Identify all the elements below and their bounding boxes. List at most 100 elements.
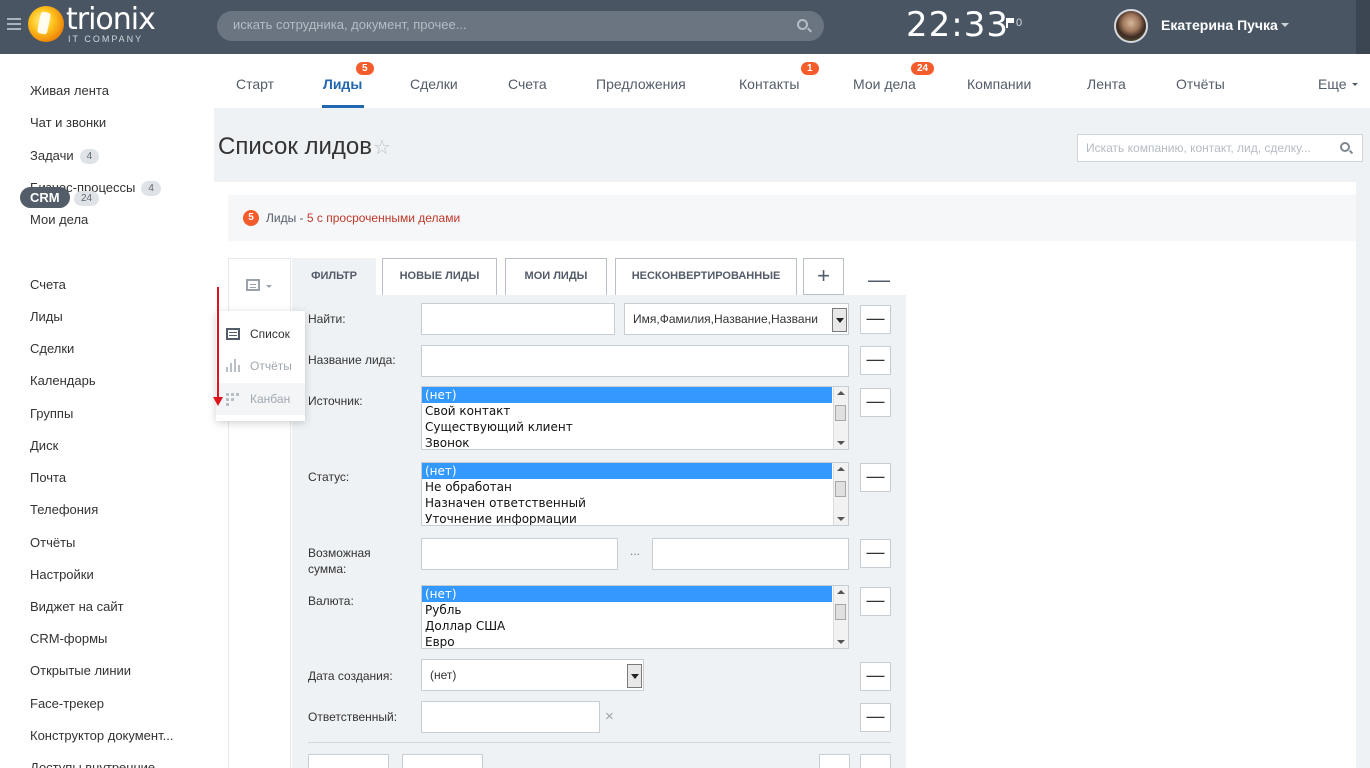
remove-field-button[interactable]: — xyxy=(860,662,891,691)
left-menu-item-tasks[interactable]: Задачи 4 xyxy=(30,148,100,164)
field-label: Ответственный: xyxy=(308,710,398,724)
left-menu-item-disk[interactable]: Диск xyxy=(30,438,58,453)
search-icon[interactable] xyxy=(797,19,808,30)
left-menu-item-groups[interactable]: Группы xyxy=(30,406,73,421)
left-menu-item-internal-access[interactable]: Доступы внутренние xyxy=(30,760,155,768)
tab-companies[interactable]: Компании xyxy=(967,76,1031,92)
amount-to-input[interactable] xyxy=(652,538,849,570)
scroll-thumb[interactable] xyxy=(835,481,846,497)
list-option[interactable]: Существующий клиент xyxy=(422,419,832,435)
add-filter-button[interactable]: + xyxy=(803,258,844,295)
collapse-filter-button[interactable]: — xyxy=(868,267,890,293)
list-option[interactable]: Не обработан xyxy=(422,479,832,495)
tab-my-activities[interactable]: Мои дела xyxy=(853,76,916,92)
status-listbox[interactable]: (нет) Не обработан Назначен ответственны… xyxy=(421,462,849,526)
scroll-thumb[interactable] xyxy=(835,405,846,421)
remove-field-button[interactable]: — xyxy=(860,346,891,375)
chevron-down-icon[interactable] xyxy=(832,308,847,332)
left-menu-item-doc-builder[interactable]: Конструктор документ... xyxy=(30,728,173,743)
left-menu-item-live-feed[interactable]: Живая лента xyxy=(30,83,109,98)
remove-field-button[interactable]: — xyxy=(860,388,891,417)
responsible-input[interactable] xyxy=(421,701,600,733)
list-option[interactable]: Звонок xyxy=(422,435,832,449)
left-menu-item-leads[interactable]: Лиды xyxy=(30,309,63,324)
list-option[interactable]: (нет) xyxy=(422,586,832,602)
tab-preset-new-leads[interactable]: НОВЫЕ ЛИДЫ xyxy=(382,258,497,295)
list-option[interactable]: Уточнение информации xyxy=(422,511,832,525)
tab-contacts[interactable]: Контакты xyxy=(739,76,799,92)
remove-field-button[interactable]: — xyxy=(860,703,891,732)
reset-button[interactable] xyxy=(402,754,483,768)
left-menu-item-calendar[interactable]: Календарь xyxy=(30,373,96,388)
source-listbox[interactable]: (нет) Свой контакт Существующий клиент З… xyxy=(421,386,849,450)
list-option[interactable]: Свой контакт xyxy=(422,403,832,419)
tab-reports[interactable]: Отчёты xyxy=(1176,76,1225,92)
flag-icon[interactable] xyxy=(1006,18,1014,28)
menu-burger-icon[interactable] xyxy=(7,18,21,32)
list-option[interactable]: Назначен ответственный xyxy=(422,495,832,511)
star-icon[interactable]: ☆ xyxy=(373,135,391,160)
clear-icon[interactable]: × xyxy=(605,708,614,725)
date-created-select[interactable]: (нет) xyxy=(421,659,644,691)
field-label: Возможная сумма: xyxy=(308,546,371,576)
left-menu-item-chat[interactable]: Чат и звонки xyxy=(30,115,106,130)
tab-more[interactable]: Еще xyxy=(1318,76,1347,92)
left-menu-item-settings[interactable]: Настройки xyxy=(30,567,94,582)
left-menu-item-my-activities[interactable]: Мои дела xyxy=(30,212,88,227)
left-menu-item-face-tracker[interactable]: Face-трекер xyxy=(30,696,104,711)
tab-feed[interactable]: Лента xyxy=(1087,76,1126,92)
left-menu-item-crm[interactable]: CRM xyxy=(20,187,70,208)
view-menu-item-list[interactable]: Список xyxy=(216,318,305,350)
global-search-input[interactable] xyxy=(233,17,793,32)
search-icon[interactable] xyxy=(1340,142,1350,152)
find-input[interactable] xyxy=(421,303,615,335)
user-name[interactable]: Екатерина Пучка xyxy=(1161,17,1278,33)
left-menu-item-reports[interactable]: Отчёты xyxy=(30,535,75,550)
filter-settings-button[interactable] xyxy=(819,754,850,768)
left-menu-item-deals[interactable]: Сделки xyxy=(30,341,74,356)
list-option[interactable]: Евро xyxy=(422,634,832,648)
left-menu-item-mail[interactable]: Почта xyxy=(30,470,66,485)
crm-search[interactable] xyxy=(1077,134,1363,162)
chevron-down-icon[interactable] xyxy=(1281,23,1289,27)
global-search[interactable] xyxy=(217,11,824,41)
find-scope-select[interactable]: Имя,Фамилия,Название,Названи xyxy=(624,303,849,335)
crm-search-input[interactable] xyxy=(1086,141,1336,155)
scroll-thumb[interactable] xyxy=(835,604,846,620)
list-view-icon[interactable] xyxy=(246,279,260,291)
chevron-down-icon[interactable] xyxy=(1352,83,1358,86)
currency-listbox[interactable]: (нет) Рубль Доллар США Евро xyxy=(421,585,849,649)
find-button[interactable] xyxy=(308,754,389,768)
tab-invoices[interactable]: Счета xyxy=(508,76,547,92)
list-option[interactable]: Доллар США xyxy=(422,618,832,634)
view-menu-item-reports[interactable]: Отчёты xyxy=(216,350,305,382)
list-option[interactable]: (нет) xyxy=(422,387,832,403)
left-menu-item-crm-forms[interactable]: CRM-формы xyxy=(30,631,107,646)
lead-name-input[interactable] xyxy=(421,345,849,377)
remove-field-button[interactable]: — xyxy=(860,539,891,568)
amount-from-input[interactable] xyxy=(421,538,618,570)
remove-field-button[interactable]: — xyxy=(860,305,891,334)
tab-filter[interactable]: ФИЛЬТР xyxy=(292,258,376,295)
left-menu-item-open-lines[interactable]: Открытые линии xyxy=(30,663,131,678)
tab-quotes[interactable]: Предложения xyxy=(596,76,686,92)
date-created-value: (нет) xyxy=(430,668,457,682)
tab-deals[interactable]: Сделки xyxy=(410,76,458,92)
tab-leads[interactable]: Лиды xyxy=(323,76,362,92)
view-menu-item-kanban[interactable]: Канбан xyxy=(216,383,305,415)
left-menu-item-site-widget[interactable]: Виджет на сайт xyxy=(30,599,124,614)
left-menu-item-telephony[interactable]: Телефония xyxy=(30,502,98,517)
list-option[interactable]: (нет) xyxy=(422,463,832,479)
filter-add-field-button[interactable] xyxy=(860,754,891,768)
tab-start[interactable]: Старт xyxy=(236,76,274,92)
remove-field-button[interactable]: — xyxy=(860,463,891,492)
remove-field-button[interactable]: — xyxy=(860,587,891,616)
tab-preset-unconverted[interactable]: НЕСКОНВЕРТИРОВАННЫЕ xyxy=(615,258,797,295)
tab-preset-my-leads[interactable]: МОИ ЛИДЫ xyxy=(505,258,607,295)
chevron-down-icon[interactable] xyxy=(266,285,272,288)
list-option[interactable]: Рубль xyxy=(422,602,832,618)
overdue-link[interactable]: 5 с просроченными делами xyxy=(307,211,460,225)
avatar[interactable] xyxy=(1114,9,1148,43)
chevron-down-icon[interactable] xyxy=(627,664,642,688)
left-menu-item-invoices[interactable]: Счета xyxy=(30,277,66,292)
